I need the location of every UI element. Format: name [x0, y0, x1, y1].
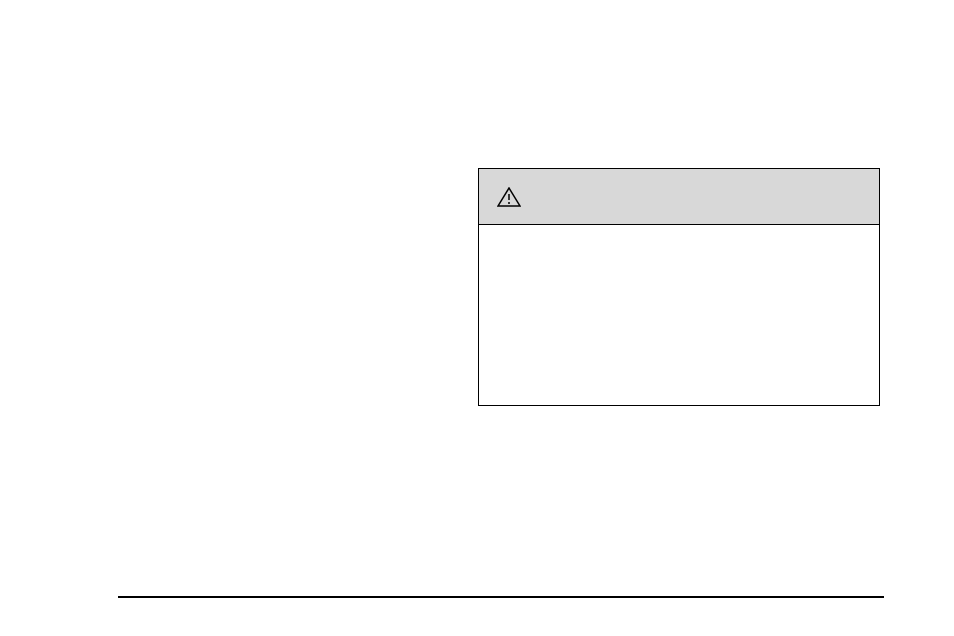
warning-icon [497, 187, 521, 207]
divider [118, 596, 884, 598]
warning-body [479, 225, 879, 405]
warning-header [479, 169, 879, 225]
warning-box [478, 168, 880, 406]
